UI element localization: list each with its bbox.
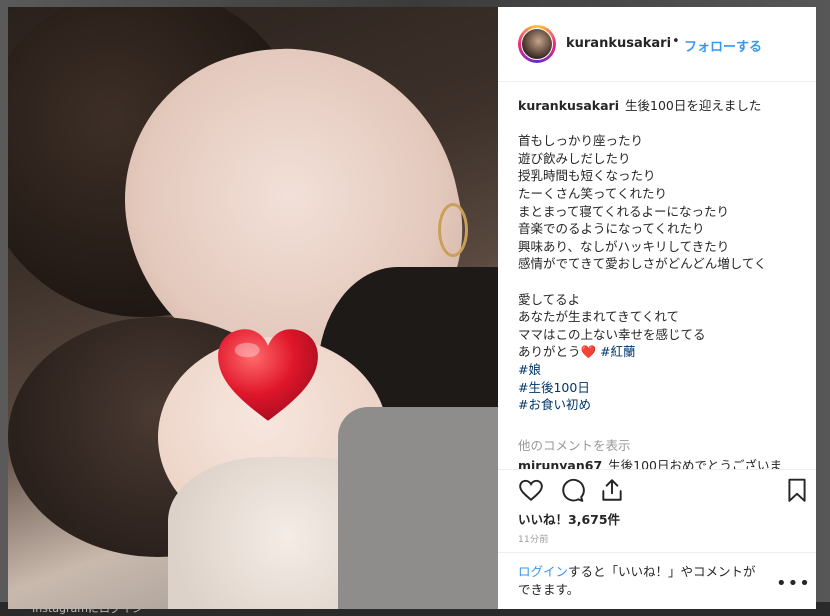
hashtag-link[interactable]: #娘	[518, 362, 541, 377]
heart-sticker-icon	[218, 329, 318, 421]
comment-button[interactable]	[559, 477, 585, 503]
comment-item: mirunyan67 生後100日おめでとうございま	[518, 457, 808, 469]
like-button[interactable]	[518, 477, 544, 503]
more-options-icon[interactable]: •••	[776, 573, 811, 594]
red-heart-emoji: ❤️	[580, 344, 597, 360]
bookmark-button[interactable]	[784, 477, 810, 503]
heart-emoji-sticker	[216, 325, 320, 425]
post-modal: kurankusakari • フォローする kurankusakari 生後10…	[8, 7, 816, 609]
login-link[interactable]: ログイン	[518, 564, 568, 579]
post-sidebar: kurankusakari • フォローする kurankusakari 生後10…	[498, 7, 816, 609]
caption-line: 首もしっかり座ったり	[518, 133, 644, 149]
caption-line: 愛してるよ	[518, 291, 581, 307]
photo-earring	[438, 203, 468, 257]
caption-block-1: 首もしっかり座ったり 遊び飲みしだしたり 授乳時間も短くなったり たーくさん笑っ…	[518, 132, 808, 273]
like-count[interactable]: いいね！3,675件	[518, 509, 620, 528]
heart-icon	[519, 479, 543, 502]
hashtag-link[interactable]: #お食い初め	[518, 397, 591, 412]
share-icon	[602, 479, 622, 501]
comment-text: 生後100日おめでとうございま	[608, 458, 783, 469]
login-prompt-text: ログインすると「いいね！」やコメントができます。	[518, 563, 768, 598]
post-timestamp[interactable]: 11分前	[518, 532, 549, 545]
header-username[interactable]: kurankusakari	[566, 36, 671, 51]
hashtag-link[interactable]: #生後100日	[518, 380, 590, 395]
caption-line: 授乳時間も短くなったり	[518, 168, 656, 184]
caption-thanks-line: ありがとう❤️ #紅蘭	[518, 343, 808, 361]
caption-username[interactable]: kurankusakari	[518, 98, 619, 113]
follow-button[interactable]: フォローする	[684, 36, 762, 55]
share-button[interactable]	[599, 477, 625, 503]
hashtag-link[interactable]: #紅蘭	[600, 344, 635, 359]
caption-line: たーくさん笑ってくれたり	[518, 185, 668, 201]
action-bar	[498, 469, 816, 510]
photo-carrier	[338, 407, 498, 609]
caption-line: ママはこの上ない幸せを感じてる	[518, 326, 706, 342]
caption-block-2: 愛してるよ あなたが生まれてきてくれて ママはこの上ない幸せを感じてる ありがと…	[518, 291, 808, 414]
post-caption: kurankusakari 生後100日を迎えました 首もしっかり座ったり 遊び飲…	[518, 97, 808, 414]
load-more-comments-link[interactable]: 他のコメントを表示	[518, 435, 631, 454]
caption-line: 興味あり、なしがハッキリしてきたり	[518, 238, 730, 254]
caption-line: 感情がでてきて愛おしさがどんどん増してく	[518, 256, 767, 272]
caption-title: 生後100日を迎えました	[625, 98, 762, 113]
caption-thanks: ありがとう	[518, 344, 581, 360]
post-header: kurankusakari • フォローする	[498, 7, 816, 82]
caption-line: 音楽でのるようになってくれたり	[518, 221, 705, 237]
login-prompt: ログインすると「いいね！」やコメントができます。 •••	[498, 552, 816, 610]
bookmark-icon	[788, 478, 806, 502]
avatar[interactable]	[518, 25, 556, 63]
post-photo[interactable]	[8, 7, 498, 609]
caption-line: 遊び飲みしだしたり	[518, 150, 631, 166]
comment-icon	[562, 478, 585, 502]
caption-line: あなたが生まれてきてくれて	[518, 309, 680, 325]
comment-username[interactable]: mirunyan67	[518, 458, 602, 469]
header-separator: •	[672, 34, 680, 49]
caption-line: まとまって寝てくれるよーになったり	[518, 203, 730, 219]
caption-first-line: kurankusakari 生後100日を迎えました	[518, 97, 808, 115]
